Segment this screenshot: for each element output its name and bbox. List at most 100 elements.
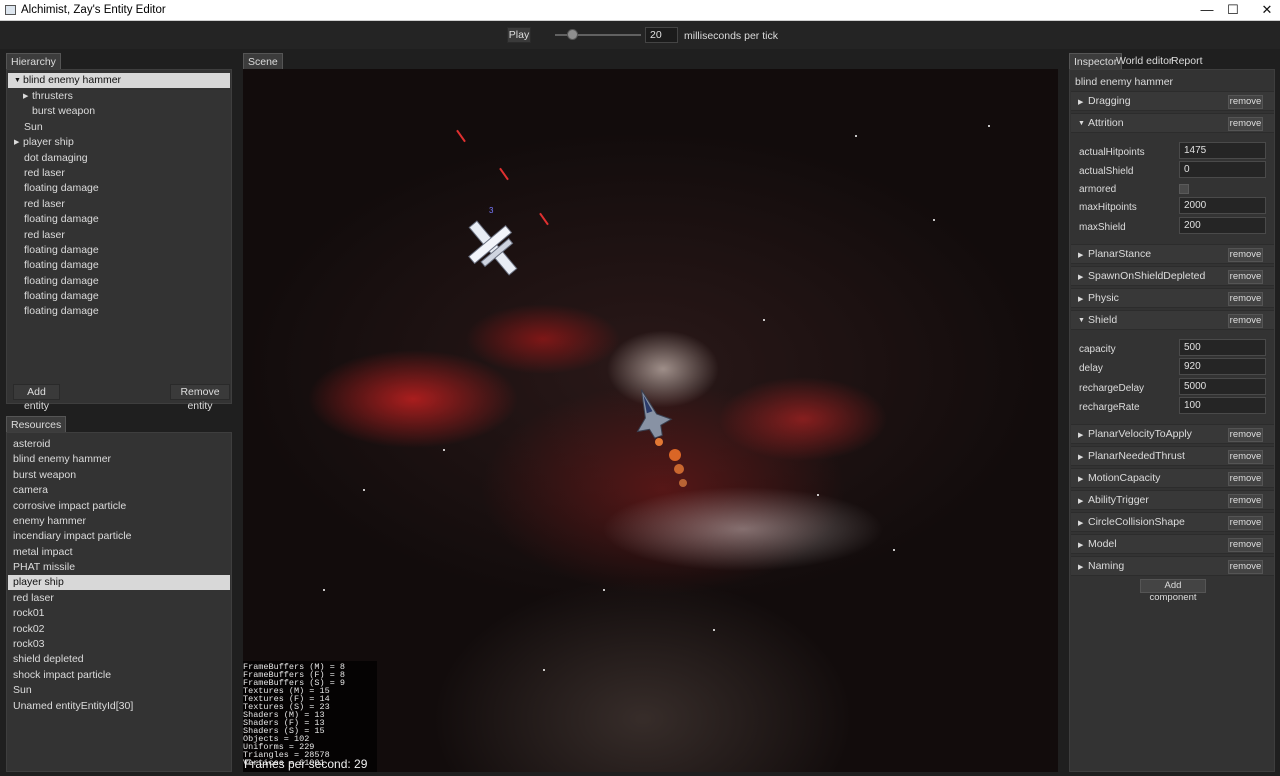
expanded-icon[interactable]: ▼ (1078, 317, 1085, 324)
component-naming[interactable]: ▶ Naming remove (1071, 556, 1274, 576)
remove-entity-button[interactable]: Remove entity (170, 384, 230, 412)
remove-attrition-button[interactable]: remove (1228, 117, 1263, 131)
collapsed-icon[interactable]: ▶ (1078, 98, 1083, 106)
list-item[interactable]: rock01 (8, 606, 230, 621)
remove-dragging-button[interactable]: remove (1228, 95, 1263, 109)
component-attrition[interactable]: ▼ Attrition remove (1071, 113, 1274, 133)
tree-item[interactable]: red laser (8, 228, 230, 243)
tick-input[interactable]: 20 (645, 27, 678, 43)
delay-input[interactable]: 920 (1179, 358, 1266, 375)
tab-scene[interactable]: Scene (243, 53, 283, 70)
list-item[interactable]: asteroid (8, 437, 230, 452)
remove-shield-button[interactable]: remove (1228, 314, 1263, 328)
list-item[interactable]: blind enemy hammer (8, 452, 230, 467)
list-item[interactable]: Sun (8, 683, 230, 698)
remove-ability-trigger-button[interactable]: remove (1228, 494, 1263, 508)
tree-item[interactable]: floating damage (8, 304, 230, 319)
component-ability-trigger[interactable]: ▶ AbilityTrigger remove (1071, 490, 1274, 510)
tree-item[interactable]: floating damage (8, 258, 230, 273)
recharge-delay-input[interactable]: 5000 (1179, 378, 1266, 395)
tree-item[interactable]: ▶ thrusters (8, 89, 230, 104)
tree-item[interactable]: floating damage (8, 181, 230, 196)
list-item[interactable]: shock impact particle (8, 668, 230, 683)
remove-model-button[interactable]: remove (1228, 538, 1263, 552)
remove-planar-velocity-button[interactable]: remove (1228, 428, 1263, 442)
tree-item[interactable]: red laser (8, 197, 230, 212)
list-item[interactable]: shield depleted (8, 652, 230, 667)
list-item[interactable]: PHAT missile (8, 560, 230, 575)
component-planar-stance[interactable]: ▶ PlanarStance remove (1071, 244, 1274, 264)
add-entity-button[interactable]: Add entity (13, 384, 60, 412)
maximize-icon[interactable]: ☐ (1216, 0, 1250, 21)
component-physic[interactable]: ▶ Physic remove (1071, 288, 1274, 308)
collapsed-icon[interactable]: ▶ (1078, 431, 1083, 439)
tree-item[interactable]: floating damage (8, 243, 230, 258)
tree-item[interactable]: red laser (8, 166, 230, 181)
list-item[interactable]: player ship (8, 575, 230, 590)
component-planar-velocity-to-apply[interactable]: ▶ PlanarVelocityToApply remove (1071, 424, 1274, 444)
scene-viewport[interactable]: 3 FrameBuffers (M) = 8 FrameBuffers (F) … (243, 69, 1058, 772)
component-motion-capacity[interactable]: ▶ MotionCapacity remove (1071, 468, 1274, 488)
tree-item[interactable]: ▶ player ship (8, 135, 230, 150)
max-hitpoints-input[interactable]: 2000 (1179, 197, 1266, 214)
component-shield[interactable]: ▼ Shield remove (1071, 310, 1274, 330)
collapsed-icon[interactable]: ▶ (1078, 251, 1083, 259)
actual-hitpoints-input[interactable]: 1475 (1179, 142, 1266, 159)
tree-item[interactable]: burst weapon (8, 104, 230, 119)
component-planar-needed-thrust[interactable]: ▶ PlanarNeededThrust remove (1071, 446, 1274, 466)
tab-report[interactable]: Report (1167, 53, 1207, 70)
tab-hierarchy[interactable]: Hierarchy (6, 53, 61, 70)
list-item[interactable]: enemy hammer (8, 514, 230, 529)
capacity-input[interactable]: 500 (1179, 339, 1266, 356)
max-shield-input[interactable]: 200 (1179, 217, 1266, 234)
component-spawn-on-shield-depleted[interactable]: ▶ SpawnOnShieldDepleted remove (1071, 266, 1274, 286)
remove-planar-needed-thrust-button[interactable]: remove (1228, 450, 1263, 464)
play-button[interactable]: Play (507, 27, 531, 43)
list-item[interactable]: red laser (8, 591, 230, 606)
add-component-button[interactable]: Add component (1140, 579, 1206, 603)
list-item[interactable]: rock02 (8, 622, 230, 637)
collapsed-icon[interactable]: ▶ (23, 89, 32, 104)
tab-resources[interactable]: Resources (6, 416, 67, 433)
remove-planar-stance-button[interactable]: remove (1228, 248, 1263, 262)
recharge-rate-input[interactable]: 100 (1179, 397, 1266, 414)
tree-item[interactable]: floating damage (8, 274, 230, 289)
component-circle-collision-shape[interactable]: ▶ CircleCollisionShape remove (1071, 512, 1274, 532)
tree-item[interactable]: floating damage (8, 289, 230, 304)
list-item[interactable]: burst weapon (8, 468, 230, 483)
expanded-icon[interactable]: ▼ (1078, 120, 1085, 127)
tree-item[interactable]: floating damage (8, 212, 230, 227)
armored-checkbox[interactable] (1179, 184, 1189, 194)
tree-item[interactable]: Sun (8, 120, 230, 135)
enemy-ship-icon[interactable] (461, 215, 525, 281)
list-item[interactable]: metal impact (8, 545, 230, 560)
collapsed-icon[interactable]: ▶ (1078, 497, 1083, 505)
player-ship-icon[interactable] (629, 386, 673, 446)
remove-collision-shape-button[interactable]: remove (1228, 516, 1263, 530)
expanded-icon[interactable]: ▼ (14, 73, 23, 88)
collapsed-icon[interactable]: ▶ (14, 135, 23, 150)
list-item[interactable]: incendiary impact particle (8, 529, 230, 544)
close-icon[interactable]: ✕ (1250, 0, 1280, 21)
remove-naming-button[interactable]: remove (1228, 560, 1263, 574)
collapsed-icon[interactable]: ▶ (1078, 519, 1083, 527)
remove-physic-button[interactable]: remove (1228, 292, 1263, 306)
component-dragging[interactable]: ▶ Dragging remove (1071, 91, 1274, 111)
component-model[interactable]: ▶ Model remove (1071, 534, 1274, 554)
list-item[interactable]: camera (8, 483, 230, 498)
tick-slider-thumb[interactable] (567, 29, 578, 40)
collapsed-icon[interactable]: ▶ (1078, 295, 1083, 303)
remove-motion-capacity-button[interactable]: remove (1228, 472, 1263, 486)
collapsed-icon[interactable]: ▶ (1078, 453, 1083, 461)
tree-item[interactable]: ▼ blind enemy hammer (8, 73, 230, 88)
collapsed-icon[interactable]: ▶ (1078, 475, 1083, 483)
actual-shield-input[interactable]: 0 (1179, 161, 1266, 178)
collapsed-icon[interactable]: ▶ (1078, 273, 1083, 281)
remove-spawn-button[interactable]: remove (1228, 270, 1263, 284)
collapsed-icon[interactable]: ▶ (1078, 563, 1083, 571)
collapsed-icon[interactable]: ▶ (1078, 541, 1083, 549)
list-item[interactable]: Unamed entityEntityId[30] (8, 699, 230, 714)
list-item[interactable]: rock03 (8, 637, 230, 652)
list-item[interactable]: corrosive impact particle (8, 499, 230, 514)
tree-item[interactable]: dot damaging (8, 151, 230, 166)
